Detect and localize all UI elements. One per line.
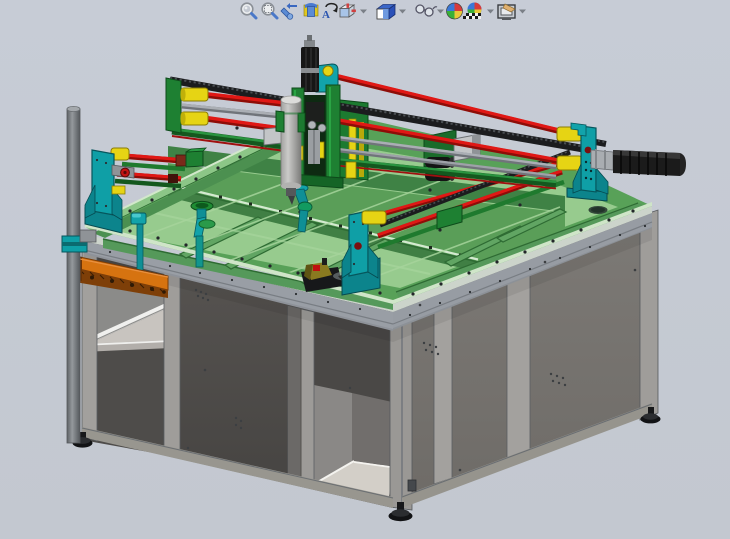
svg-text:A: A [322,9,330,21]
